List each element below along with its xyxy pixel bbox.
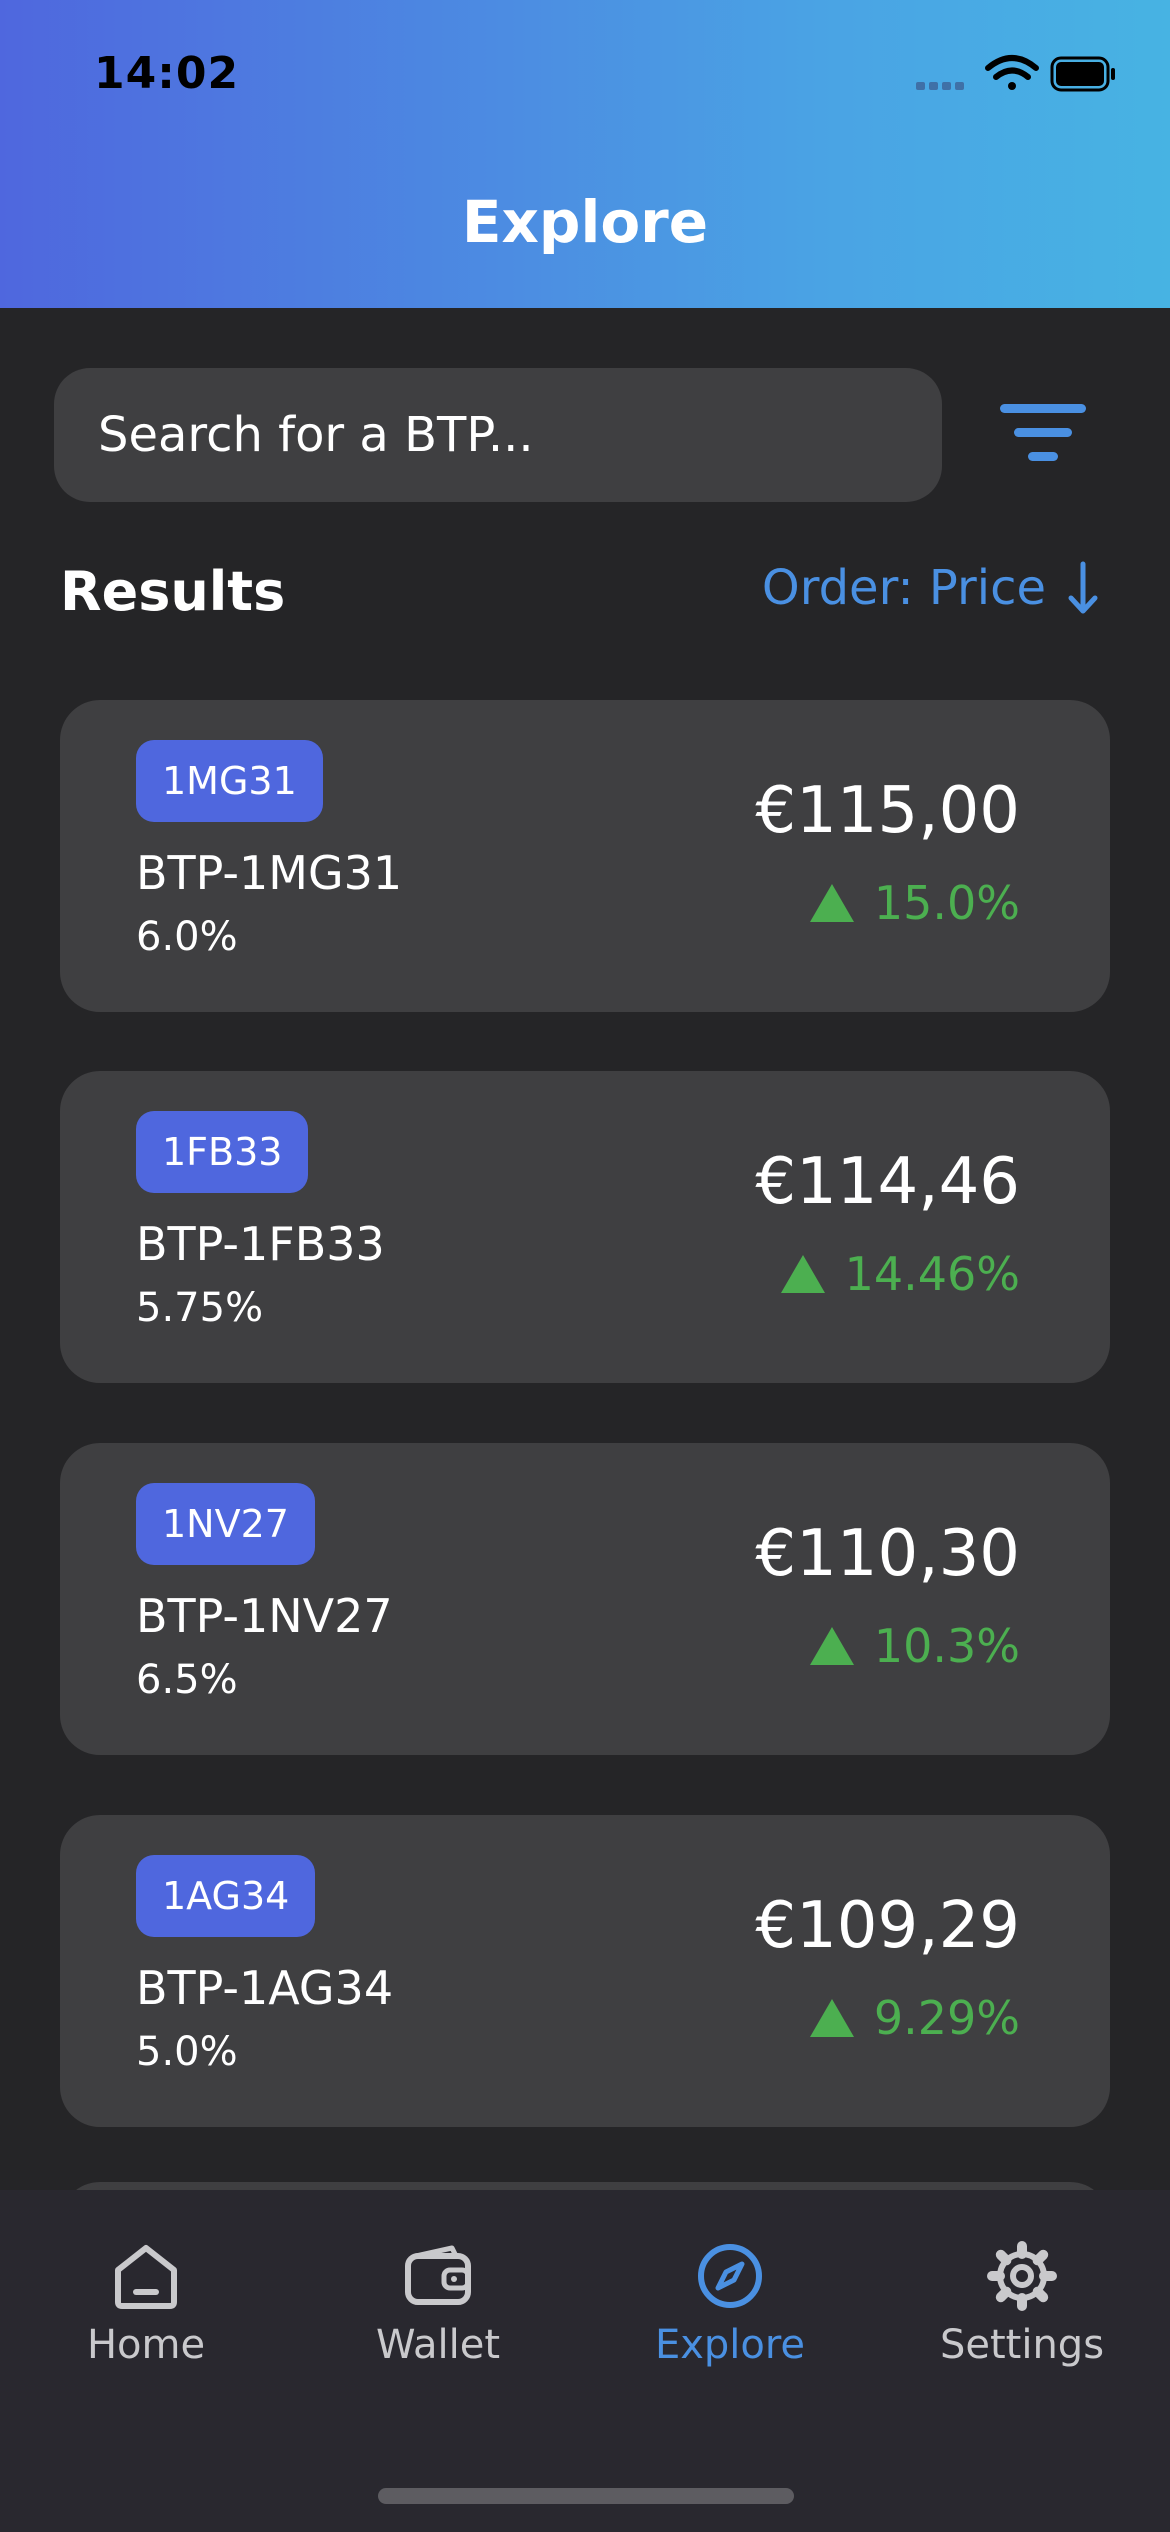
bond-name: BTP-1AG34 [136, 1961, 394, 2015]
bond-yield: 6.0% [136, 914, 238, 960]
home-icon [115, 2245, 177, 2309]
bond-name: BTP-1FB33 [136, 1217, 385, 1271]
bond-change: 14.46% [780, 1247, 1020, 1301]
battery-icon [1050, 56, 1115, 92]
bond-change-value: 14.46% [844, 1247, 1020, 1301]
bond-code-badge: 1FB33 [136, 1111, 309, 1193]
triangle-up-icon [809, 884, 854, 922]
triangle-up-icon [780, 1255, 825, 1293]
search-input[interactable] [54, 368, 942, 502]
tab-wallet[interactable]: Wallet [292, 2240, 584, 2368]
order-label: Order: Price [761, 560, 1046, 616]
bond-price: €109,29 [755, 1889, 1020, 1963]
status-time: 14:02 [94, 48, 240, 99]
results-heading: Results [60, 560, 286, 623]
bond-price: €110,30 [755, 1517, 1020, 1591]
bond-price: €115,00 [755, 774, 1020, 848]
triangle-up-icon [809, 1627, 854, 1665]
bond-change-value: 15.0% [873, 876, 1020, 930]
tab-settings[interactable]: Settings [876, 2240, 1168, 2368]
page-title: Explore [461, 188, 709, 256]
filter-icon [1000, 404, 1086, 461]
bond-change: 15.0% [809, 876, 1020, 930]
tab-wallet-label: Wallet [375, 2322, 501, 2368]
bond-card[interactable]: 1MG31 BTP-1MG31 6.0% €115,00 15.0% [60, 700, 1110, 1012]
compass-icon [698, 2244, 762, 2308]
tab-home[interactable]: Home [0, 2240, 292, 2368]
tab-settings-label: Settings [939, 2322, 1105, 2368]
bond-code-badge: 1MG31 [136, 740, 323, 822]
home-indicator[interactable] [378, 2488, 794, 2504]
filter-button[interactable] [990, 392, 1096, 474]
bond-yield: 5.75% [136, 1285, 264, 1331]
order-button[interactable]: Order: Price [762, 560, 1100, 616]
bond-card[interactable]: 1NV27 BTP-1NV27 6.5% €110,30 10.3% [60, 1443, 1110, 1755]
bond-code-badge: 1NV27 [136, 1483, 315, 1565]
tab-bar: Home Wallet Explore Settings [0, 2190, 1170, 2532]
signal-icon [916, 82, 964, 90]
gear-icon [987, 2241, 1057, 2311]
bond-price: €114,46 [755, 1145, 1020, 1219]
wifi-icon [985, 55, 1039, 90]
triangle-up-icon [809, 1999, 854, 2037]
tab-home-label: Home [86, 2322, 206, 2368]
bond-change-value: 9.29% [873, 1991, 1020, 2045]
tab-explore[interactable]: Explore [584, 2240, 876, 2368]
bond-change-value: 10.3% [873, 1619, 1020, 1673]
arrow-down-icon [1068, 561, 1098, 614]
bond-name: BTP-1NV27 [136, 1589, 393, 1643]
tab-explore-label: Explore [654, 2322, 806, 2368]
bond-yield: 6.5% [136, 1657, 238, 1703]
bond-card[interactable]: 1AG34 BTP-1AG34 5.0% €109,29 9.29% [60, 1815, 1110, 2127]
bond-yield: 5.0% [136, 2029, 238, 2075]
status-icons [916, 55, 1115, 92]
bond-card[interactable]: 1FB33 BTP-1FB33 5.75% €114,46 14.46% [60, 1071, 1110, 1383]
header: 14:02 Explore [0, 0, 1170, 308]
bond-code-badge: 1AG34 [136, 1855, 316, 1937]
wallet-icon [405, 2245, 471, 2305]
bond-change: 10.3% [809, 1619, 1020, 1673]
bond-name: BTP-1MG31 [136, 846, 403, 900]
bond-change: 9.29% [809, 1991, 1020, 2045]
